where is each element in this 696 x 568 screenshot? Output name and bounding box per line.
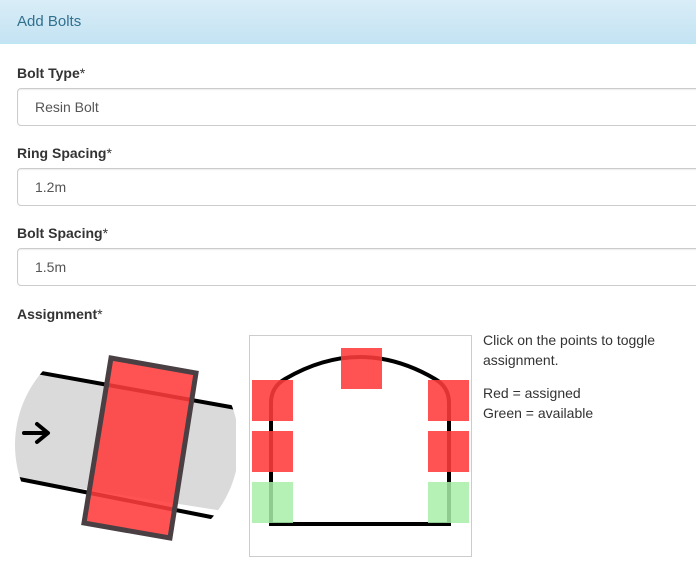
legend-green: Green = available <box>483 405 594 421</box>
bolt-point-right-middle[interactable] <box>428 431 469 472</box>
required-mark: * <box>79 65 86 81</box>
required-mark: * <box>106 145 112 161</box>
bolt-point-left-upper[interactable] <box>252 380 293 421</box>
assignment-label: Assignment* <box>17 306 103 322</box>
tunnel-side-view <box>15 355 237 541</box>
panel-heading: Add Bolts <box>0 0 696 44</box>
bolt-type-label: Bolt Type* <box>17 65 86 81</box>
required-mark: * <box>102 225 109 241</box>
bolt-type-value: Resin Bolt <box>35 99 99 115</box>
bolt-type-select[interactable]: Resin Bolt <box>17 88 696 126</box>
ring-spacing-input[interactable]: 1.2m <box>17 168 696 206</box>
assignment-instructions: Click on the points to toggle assignment… <box>483 332 655 368</box>
bolt-point-crown[interactable] <box>341 348 382 389</box>
required-mark: * <box>97 306 103 322</box>
bolt-point-left-middle[interactable] <box>252 431 293 472</box>
bolt-spacing-label: Bolt Spacing* <box>17 225 109 241</box>
tunnel-front-view <box>249 335 472 557</box>
panel-title: Add Bolts <box>17 13 82 30</box>
bolt-point-left-lower[interactable] <box>252 482 293 523</box>
ring-spacing-value: 1.2m <box>35 179 67 195</box>
legend-red: Red = assigned <box>483 385 581 401</box>
bolt-spacing-input[interactable]: 1.5m <box>17 248 696 286</box>
bolt-point-right-lower[interactable] <box>428 482 469 523</box>
bolt-point-right-upper[interactable] <box>428 380 469 421</box>
bolt-spacing-value: 1.5m <box>35 259 67 275</box>
ring-spacing-label: Ring Spacing* <box>17 145 112 161</box>
